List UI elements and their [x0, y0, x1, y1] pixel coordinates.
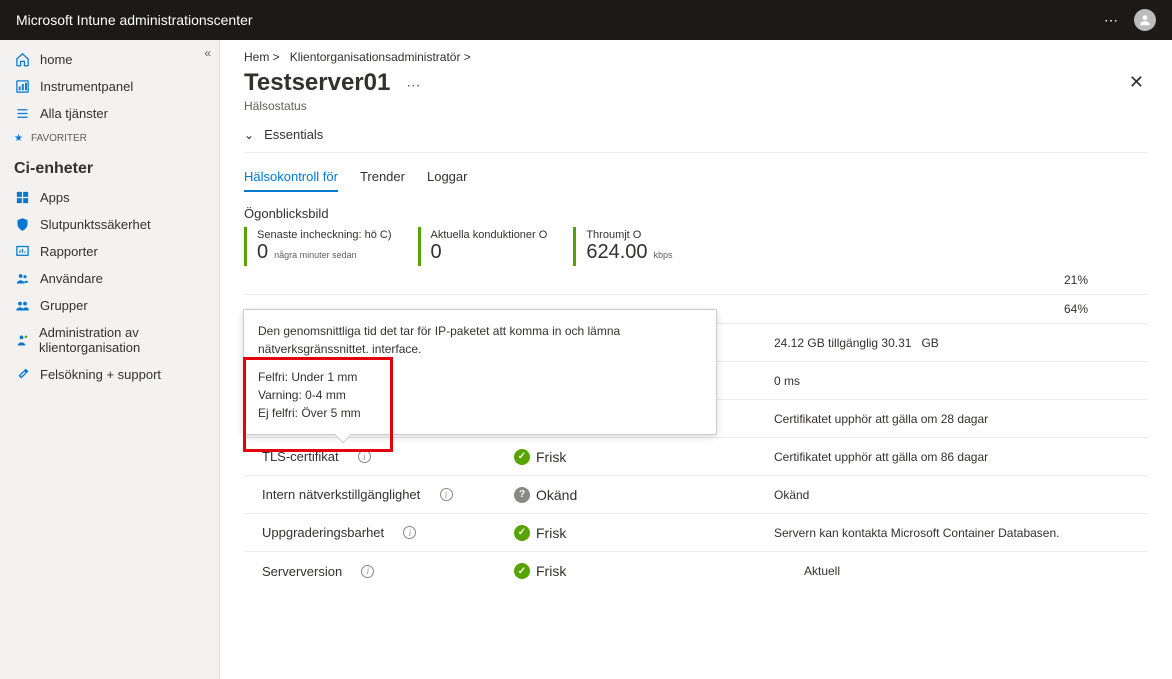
sidebar: « home Instrumentpanel Alla tjänster ★ F…	[0, 40, 220, 679]
avatar[interactable]	[1134, 9, 1156, 31]
topbar-more-icon[interactable]: ⋯	[1104, 12, 1120, 29]
star-icon: ★	[14, 133, 23, 144]
sidebar-section-title: Ci-enheter	[0, 150, 219, 184]
tenant-icon	[14, 333, 29, 348]
tabs: Hälsokontroll för Trender Loggar	[244, 169, 1148, 192]
page-title: Testserver01	[244, 69, 390, 97]
sidebar-label: Rapporter	[40, 244, 98, 259]
sidebar-item-apps[interactable]: Apps	[0, 184, 219, 211]
list-icon	[14, 106, 30, 121]
close-icon[interactable]: ✕	[1125, 68, 1148, 97]
metric-row-version: Serverversion i ✓Frisk Aktuell	[244, 552, 1148, 590]
status-ok-icon: ✓	[514, 449, 530, 465]
sidebar-item-tenant[interactable]: Administration av klientorganisation	[0, 319, 219, 361]
snapshot-card-throughput: Throumjt O 624.00kbps	[573, 227, 682, 266]
dashboard-icon	[14, 79, 30, 94]
reports-icon	[14, 244, 30, 259]
sidebar-favorites-header: ★ FAVORITER	[0, 127, 219, 150]
sidebar-label: Alla tjänster	[40, 106, 108, 121]
info-icon[interactable]: i	[361, 565, 374, 578]
sidebar-label: Grupper	[40, 298, 88, 313]
snapshot-card-checkin: Senaste incheckning: hö C) 0några minute…	[244, 227, 402, 266]
tab-trends[interactable]: Trender	[360, 169, 405, 192]
topbar: Microsoft Intune administrationscenter ⋯	[0, 0, 1172, 40]
metric-row-tls-cert: TLS-certifikat i ✓Frisk Certifikatet upp…	[244, 438, 1148, 476]
status-ok-icon: ✓	[514, 563, 530, 579]
sidebar-label: Felsökning + support	[40, 367, 161, 382]
status-unknown-icon: ?	[514, 487, 530, 503]
metric-row-pct1: 21%	[244, 266, 1148, 295]
sidebar-item-dashboard[interactable]: Instrumentpanel	[0, 73, 219, 100]
page-more-icon[interactable]: ⋯	[406, 77, 422, 94]
sidebar-label: Slutpunktssäkerhet	[40, 217, 151, 232]
users-icon	[14, 271, 30, 286]
info-icon[interactable]: i	[358, 450, 371, 463]
tab-health[interactable]: Hälsokontroll för	[244, 169, 338, 192]
apps-icon	[14, 190, 30, 205]
sidebar-item-groups[interactable]: Grupper	[0, 292, 219, 319]
essentials-toggle[interactable]: ⌄ Essentials	[244, 117, 1148, 153]
snapshot-row: Senaste incheckning: hö C) 0några minute…	[244, 227, 1148, 266]
sidebar-item-endpoint[interactable]: Slutpunktssäkerhet	[0, 211, 219, 238]
sidebar-item-users[interactable]: Användare	[0, 265, 219, 292]
sidebar-item-troubleshoot[interactable]: Felsökning + support	[0, 361, 219, 388]
sidebar-label: Administration av klientorganisation	[39, 325, 205, 355]
metric-row-upgrade: Uppgraderingsbarhet i ✓Frisk Servern kan…	[244, 514, 1148, 552]
metric-row-network: Intern nätverkstillgänglighet i ?Okänd O…	[244, 476, 1148, 514]
info-icon[interactable]: i	[440, 488, 453, 501]
snapshot-title: Ögonblicksbild	[244, 206, 1148, 221]
groups-icon	[14, 298, 30, 313]
tooltip: Den genomsnittliga tid det tar för IP-pa…	[243, 309, 717, 435]
info-icon[interactable]: i	[403, 526, 416, 539]
sidebar-item-allservices[interactable]: Alla tjänster	[0, 100, 219, 127]
app-title: Microsoft Intune administrationscenter	[16, 12, 253, 28]
wrench-icon	[14, 367, 30, 382]
sidebar-label: Apps	[40, 190, 70, 205]
chevron-down-icon: ⌄	[244, 128, 254, 142]
sidebar-item-reports[interactable]: Rapporter	[0, 238, 219, 265]
sidebar-item-home[interactable]: home	[0, 46, 219, 73]
status-ok-icon: ✓	[514, 525, 530, 541]
breadcrumb[interactable]: Hem > Klientorganisationsadministratör >	[244, 50, 1148, 64]
shield-icon	[14, 217, 30, 232]
sidebar-label: Instrumentpanel	[40, 79, 133, 94]
collapse-chevron-icon[interactable]: «	[204, 46, 211, 60]
sidebar-label: Användare	[40, 271, 103, 286]
snapshot-card-conductions: Aktuella konduktioner O 0	[418, 227, 558, 266]
tab-logs[interactable]: Loggar	[427, 169, 467, 192]
home-icon	[14, 52, 30, 67]
page-subtitle: Hälsostatus	[244, 99, 1148, 113]
sidebar-label: home	[40, 52, 73, 67]
